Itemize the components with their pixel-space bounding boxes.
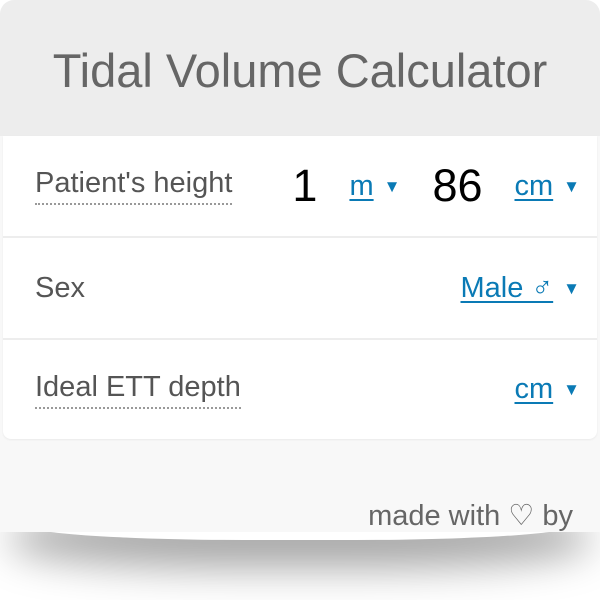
calculator-widget: Tidal Volume Calculator Patient's height… (0, 0, 600, 532)
height-inputs: 1 m ▼ 86 cm ▼ (292, 160, 580, 212)
height-meters-unit-dropdown[interactable]: m ▼ (349, 170, 400, 203)
fields-card: Patient's height 1 m ▼ 86 cm ▼ Sex Male ♂ ▼… (3, 136, 597, 439)
made-with-love-footer: made with ♡ by (368, 500, 573, 532)
dropdown-arrow-icon: ▼ (563, 380, 580, 399)
field-row-ideal-ett-depth: Ideal ETT depth cm ▼ (3, 338, 597, 439)
sex-selected-value: Male ♂ (460, 271, 554, 304)
height-centimeters-unit-dropdown[interactable]: cm ▼ (515, 170, 581, 203)
dropdown-arrow-icon: ▼ (563, 176, 580, 196)
unit-label: m (349, 169, 374, 202)
unit-label: cm (514, 373, 554, 405)
height-centimeters-input[interactable]: 86 (432, 160, 482, 212)
field-row-sex: Sex Male ♂ ▼ (3, 236, 597, 338)
height-meters-input[interactable]: 1 (292, 160, 317, 212)
sex-dropdown[interactable]: Male ♂ ▼ (461, 272, 581, 305)
dropdown-arrow-icon: ▼ (563, 278, 580, 298)
sex-label: Sex (35, 271, 85, 304)
unit-label: cm (514, 169, 554, 202)
ett-depth-unit-dropdown[interactable]: cm ▼ (515, 373, 581, 406)
field-row-patient-height: Patient's height 1 m ▼ 86 cm ▼ (3, 136, 597, 236)
ideal-ett-depth-label: Ideal ETT depth (35, 371, 241, 409)
calculator-title: Tidal Volume Calculator (52, 43, 548, 97)
dropdown-arrow-icon: ▼ (383, 176, 401, 196)
patient-height-label: Patient's height (35, 167, 233, 205)
